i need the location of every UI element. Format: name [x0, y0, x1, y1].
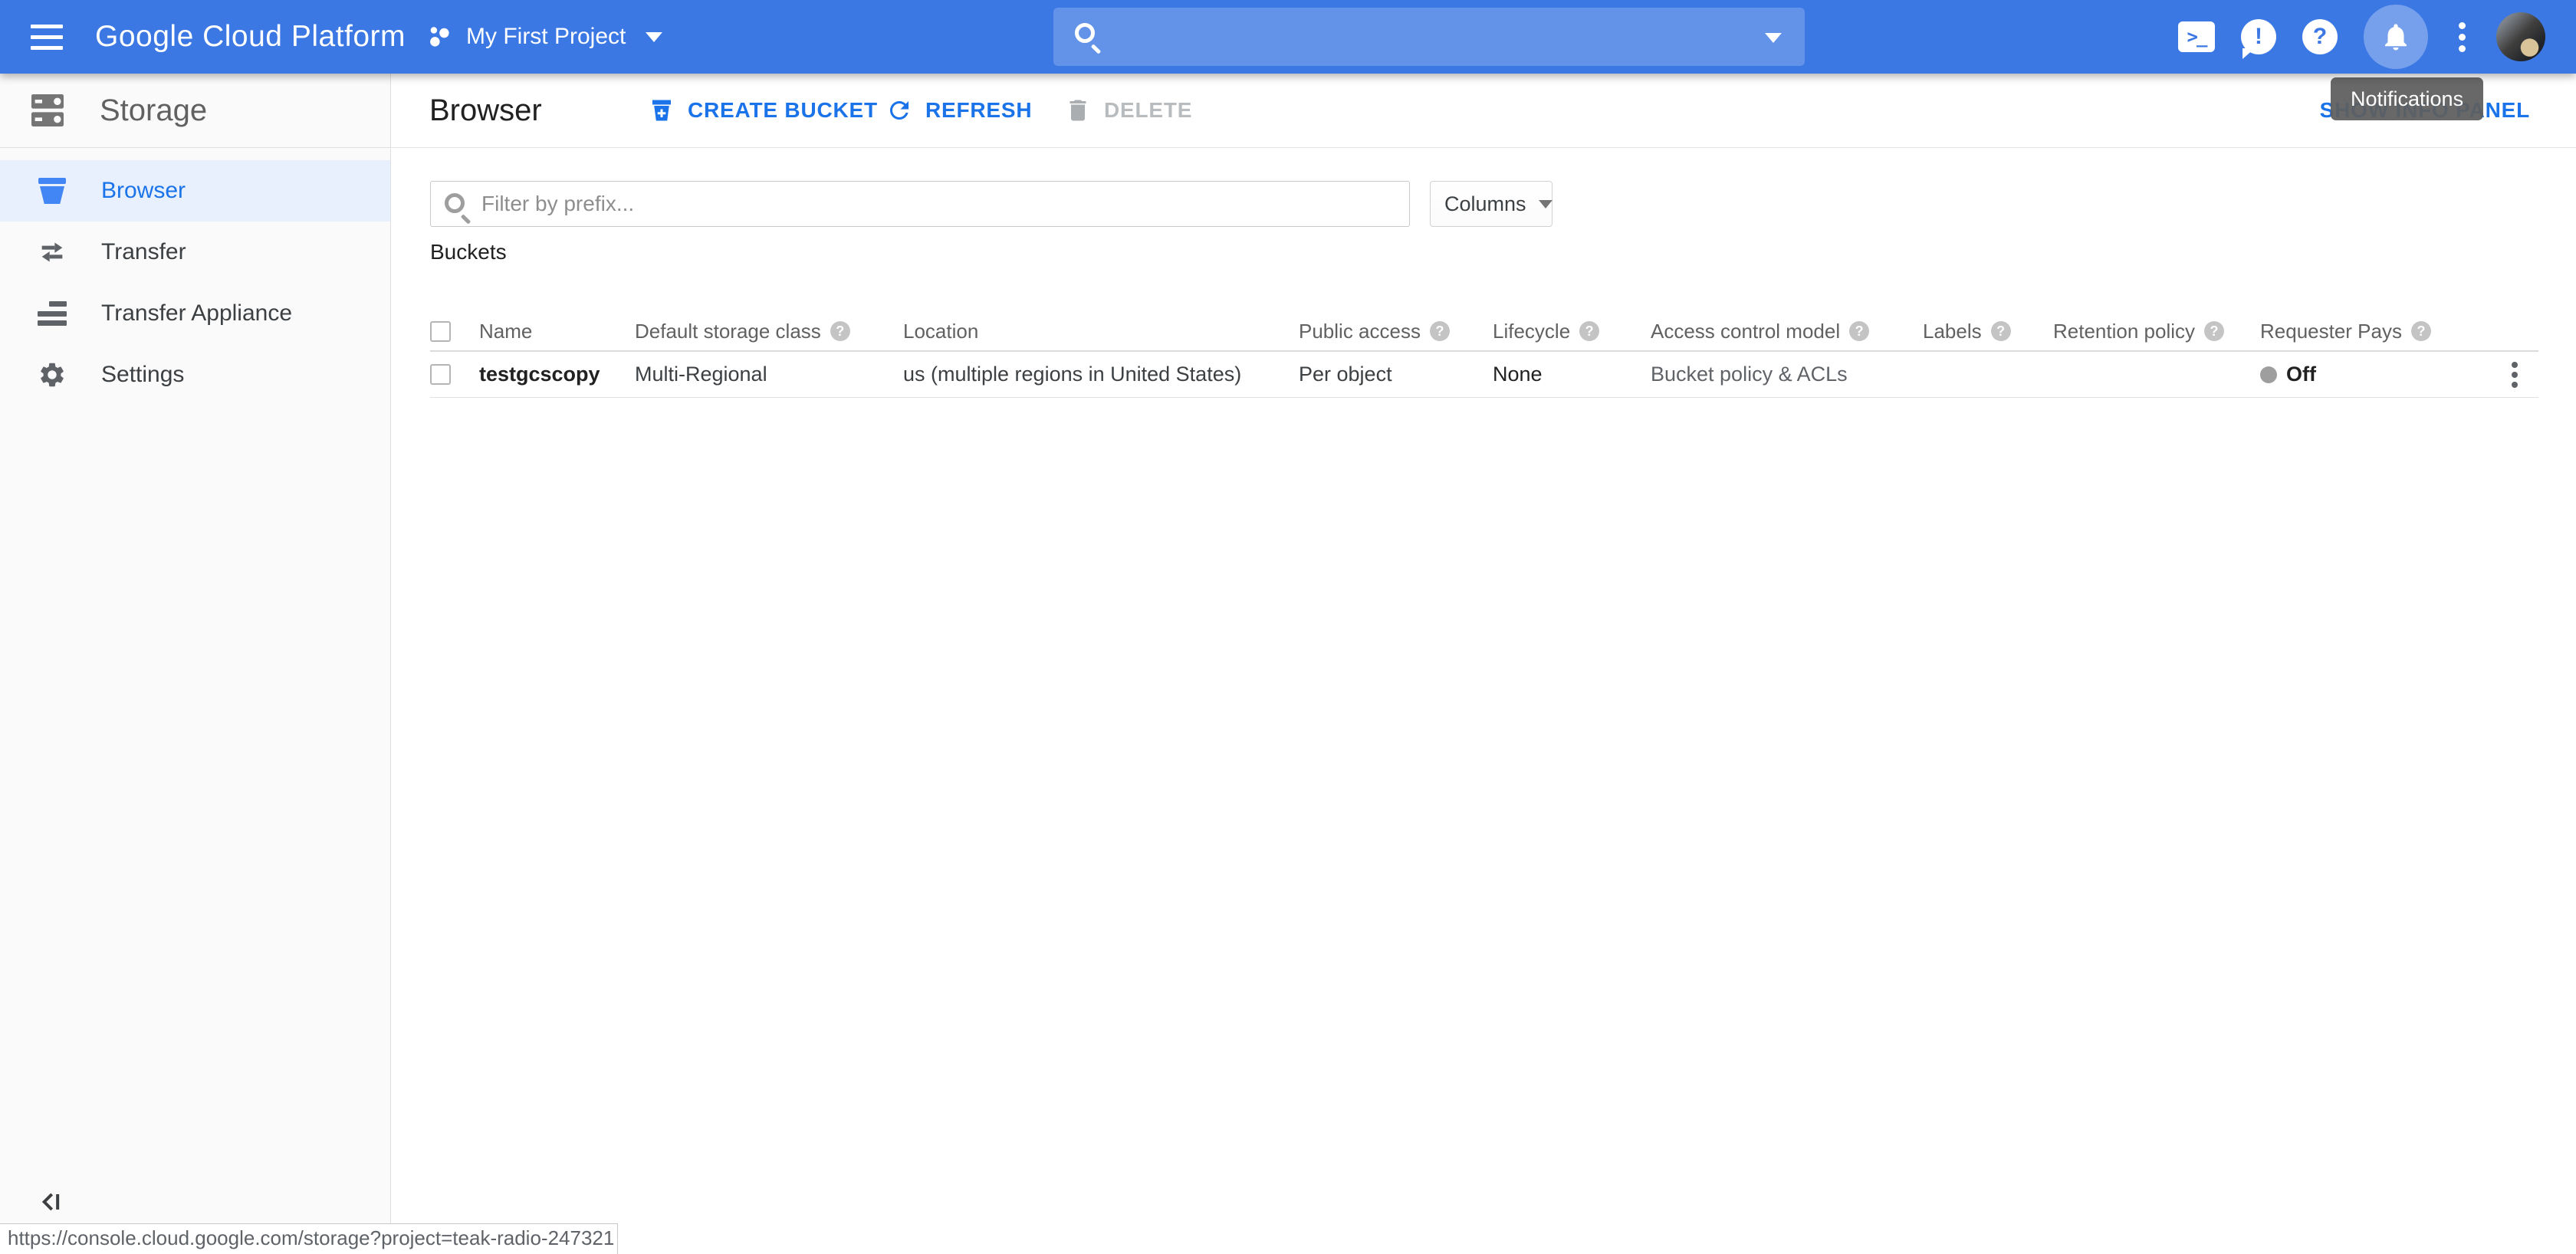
sidebar-nav: Browser Transfer Transfer Appliance	[0, 148, 390, 405]
create-bucket-icon	[648, 97, 675, 124]
chevron-down-icon	[646, 32, 662, 42]
project-selector[interactable]: My First Project	[426, 0, 662, 74]
transfer-arrows-icon	[37, 237, 67, 268]
status-url: https://console.cloud.google.com/storage…	[0, 1223, 618, 1254]
cloud-shell-icon: >_	[2178, 21, 2215, 52]
sidebar-header: Storage	[0, 74, 390, 148]
appbar-search-input[interactable]	[1053, 8, 1805, 66]
avatar[interactable]	[2496, 12, 2545, 61]
help-icon[interactable]: ?	[2411, 321, 2431, 341]
row-checkbox[interactable]	[430, 364, 451, 385]
help-icon[interactable]: ?	[2204, 321, 2224, 341]
main-content: Columns Buckets Name Default storage cla…	[391, 148, 2576, 1254]
help-button[interactable]: ?	[2302, 19, 2338, 54]
help-icon[interactable]: ?	[830, 321, 850, 341]
sidebar-item-browser[interactable]: Browser	[0, 160, 390, 222]
project-switcher-icon	[426, 24, 452, 50]
sidebar: Storage Browser Transfer Tr	[0, 74, 391, 1254]
refresh-button[interactable]: REFRESH	[886, 74, 1032, 147]
refresh-icon	[886, 97, 913, 124]
collapse-sidebar-icon[interactable]	[35, 1187, 66, 1217]
cell-public-access: Per object	[1299, 363, 1493, 386]
help-icon[interactable]: ?	[1991, 321, 2011, 341]
row-more-options-button[interactable]	[2509, 359, 2521, 391]
buckets-table: Name Default storage class? Location Pub…	[430, 312, 2538, 398]
storage-dns-icon	[26, 89, 69, 132]
notifications-bell-icon	[2380, 21, 2412, 53]
bucket-icon	[37, 176, 67, 206]
filter-input[interactable]	[431, 182, 1409, 226]
gcp-console-screen: Google Cloud Platform My First Project >…	[0, 0, 2576, 1254]
notifications-button[interactable]	[2364, 5, 2428, 69]
trash-icon	[1064, 97, 1092, 124]
help-icon: ?	[2302, 19, 2338, 54]
feedback-icon: !	[2241, 19, 2276, 54]
cell-requester-pays: Off	[2260, 363, 2490, 386]
cell-access-control: Bucket policy & ACLs	[1651, 363, 1923, 386]
feedback-button[interactable]: !	[2241, 19, 2276, 54]
appbar-actions: >_ ! ?	[2178, 0, 2545, 74]
col-header-requester-pays[interactable]: Requester Pays?	[2260, 320, 2490, 343]
col-header-public-access[interactable]: Public access?	[1299, 320, 1493, 343]
project-name: My First Project	[466, 24, 626, 50]
col-header-access-control[interactable]: Access control model?	[1651, 320, 1923, 343]
chevron-down-icon	[1539, 200, 1552, 208]
help-icon[interactable]: ?	[1430, 321, 1450, 341]
cell-storage-class: Multi-Regional	[635, 363, 903, 386]
col-header-lifecycle[interactable]: Lifecycle?	[1493, 320, 1651, 343]
appbar-search[interactable]	[1053, 8, 1805, 66]
page-title: Browser	[429, 74, 542, 147]
notifications-tooltip: Notifications	[2331, 77, 2483, 120]
col-header-name[interactable]: Name	[479, 320, 635, 343]
transfer-appliance-icon	[37, 298, 67, 329]
bucket-name-link[interactable]: testgcscopy	[479, 363, 600, 386]
toolbar: Browser CREATE BUCKET REFRESH DELETE SHO…	[391, 74, 2576, 148]
sidebar-title: Storage	[100, 94, 207, 128]
select-all-checkbox[interactable]	[430, 321, 451, 342]
col-header-labels[interactable]: Labels?	[1923, 320, 2053, 343]
search-scope-caret-icon[interactable]	[1765, 33, 1782, 43]
product-logo: Google Cloud Platform	[95, 0, 406, 74]
col-header-storage-class[interactable]: Default storage class?	[635, 320, 903, 343]
cloud-shell-button[interactable]: >_	[2178, 21, 2215, 52]
filter-box	[430, 181, 1410, 227]
col-header-location[interactable]: Location	[903, 320, 1299, 343]
cell-location: us (multiple regions in United States)	[903, 363, 1299, 386]
col-header-retention-policy[interactable]: Retention policy?	[2053, 320, 2260, 343]
sidebar-item-settings[interactable]: Settings	[0, 344, 390, 405]
help-icon[interactable]: ?	[1579, 321, 1599, 341]
buckets-section-label: Buckets	[430, 240, 507, 264]
app-bar: Google Cloud Platform My First Project >…	[0, 0, 2576, 74]
more-options-button[interactable]	[2454, 18, 2470, 57]
cell-lifecycle: None	[1493, 363, 1651, 386]
requester-pays-status-dot	[2260, 366, 2277, 383]
gear-icon	[37, 359, 67, 390]
create-bucket-button[interactable]: CREATE BUCKET	[648, 74, 878, 147]
hamburger-menu-icon[interactable]	[31, 25, 63, 50]
columns-dropdown[interactable]: Columns	[1430, 181, 1552, 227]
table-header-row: Name Default storage class? Location Pub…	[430, 312, 2538, 352]
help-icon[interactable]: ?	[1849, 321, 1869, 341]
table-row[interactable]: testgcscopy Multi-Regional us (multiple …	[430, 352, 2538, 398]
sidebar-item-transfer[interactable]: Transfer	[0, 222, 390, 283]
delete-button[interactable]: DELETE	[1064, 74, 1192, 147]
sidebar-item-transfer-appliance[interactable]: Transfer Appliance	[0, 283, 390, 344]
